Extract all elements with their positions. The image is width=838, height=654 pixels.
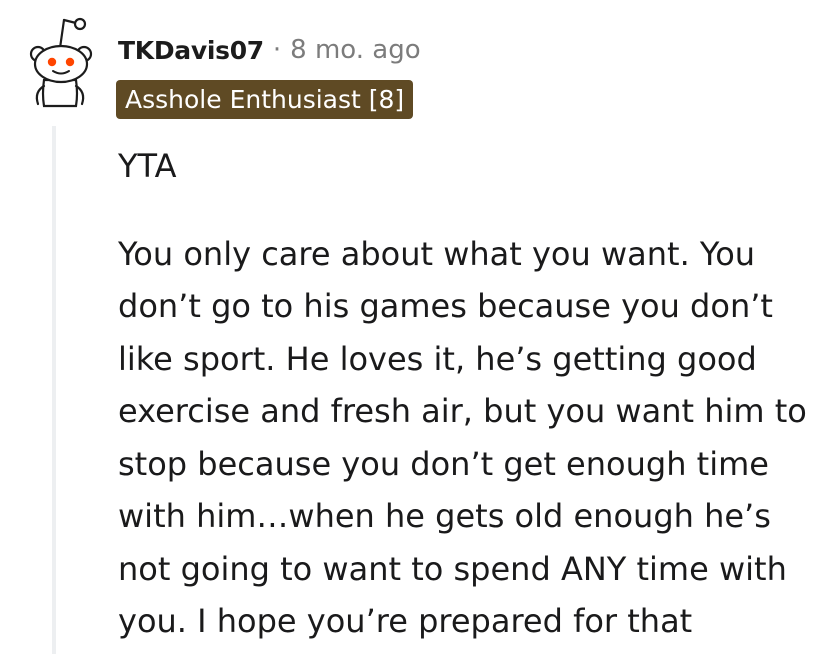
user-flair-badge: Asshole Enthusiast [8] [116,80,414,119]
meta-separator: · [272,35,282,65]
comment-paragraph-body: You only care about what you want. You d… [118,234,807,641]
comment-paragraph-verdict: YTA [118,147,177,185]
avatar[interactable] [14,14,106,110]
comment-header: TKDavis07 · 8 mo. ago [118,28,421,72]
username-link[interactable]: TKDavis07 [118,36,264,65]
comment-timestamp[interactable]: 8 mo. ago [290,35,420,65]
comment-body: YTA You only care about what you want. Y… [118,140,828,648]
comment-thread-line[interactable] [52,126,56,654]
snoo-avatar-icon [29,17,93,108]
